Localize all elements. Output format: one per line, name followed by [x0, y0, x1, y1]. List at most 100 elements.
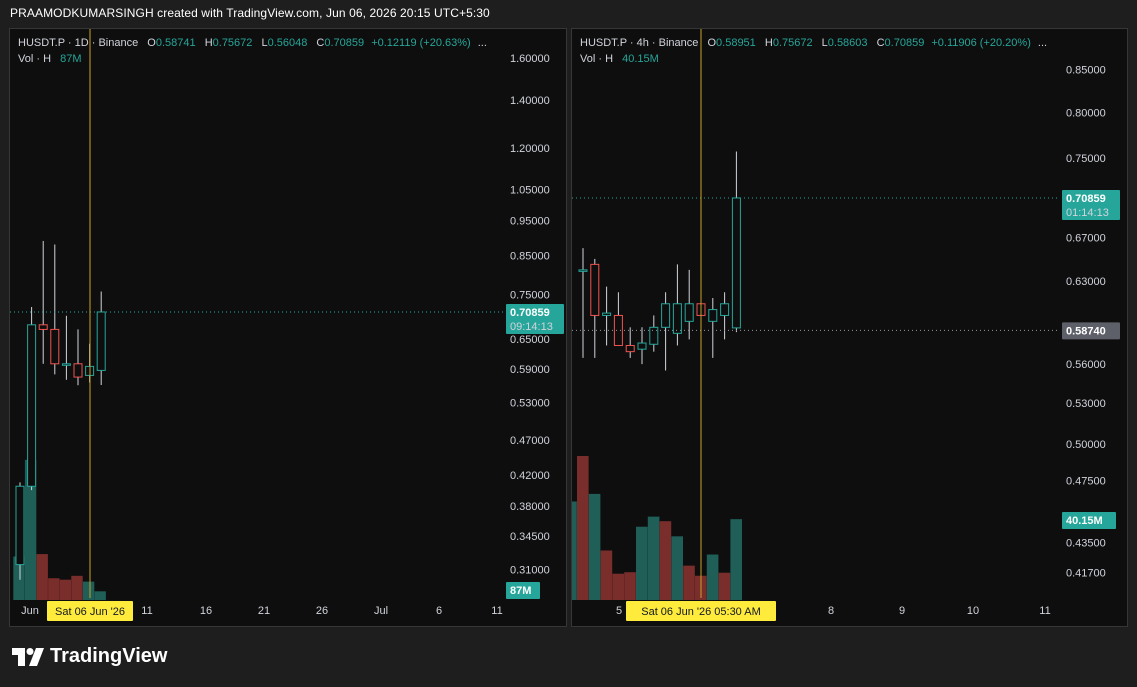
4h-chart-canvas[interactable]: 0.85000 0.80000 0.75000 0.67000 0.63000 0.560…	[572, 29, 1128, 627]
volume-bar	[730, 519, 742, 600]
daily-volume-legend: Vol · H 87M	[18, 51, 487, 67]
crosshair-time-tag-text: Sat 06 Jun '26 05:30 AM	[641, 606, 761, 618]
candle-body	[637, 342, 647, 350]
candle-body	[672, 303, 682, 334]
open-key: O	[147, 37, 156, 49]
daily-chart-canvas[interactable]: 1.60000 1.40000 1.20000 1.05000 0.95000 0.850…	[10, 29, 567, 627]
open-key: O	[707, 37, 717, 49]
daily-symbol[interactable]: HUSDT.P · 1D · Binance	[18, 37, 138, 49]
more-options-icon[interactable]: ...	[1038, 37, 1047, 49]
volume-bar	[683, 565, 695, 600]
x-axis-tick-label: 8	[828, 605, 834, 617]
y-axis-tick-label: 0.56000	[1066, 359, 1106, 371]
y-axis-tick-label: 1.60000	[510, 53, 550, 65]
volume-label[interactable]: Vol · H	[18, 53, 51, 65]
open-value: 0.58951	[716, 37, 756, 49]
y-axis-tick-label: 0.95000	[510, 216, 550, 228]
low-value: 0.56048	[267, 37, 308, 49]
tradingview-logo-text: TradingView	[50, 645, 168, 667]
x-axis-tick-label: Jul	[374, 605, 388, 617]
4h-symbol[interactable]: HUSDT.P · 4h · Binance	[580, 37, 698, 49]
y-axis-tick-label: 0.50000	[1066, 439, 1106, 451]
x-axis-tick-label: 11	[491, 605, 502, 617]
volume-bar	[94, 591, 106, 600]
volume-bar	[572, 501, 577, 600]
x-axis-tick-label: 9	[899, 605, 905, 617]
y-axis-tick-label: 0.43500	[1066, 538, 1106, 550]
candle-body	[720, 303, 730, 316]
volume-bar	[577, 456, 589, 600]
chart-panel-4h[interactable]: 0.85000 0.80000 0.75000 0.67000 0.63000 0.560…	[571, 28, 1128, 627]
y-axis-tick-label: 0.80000	[1066, 107, 1106, 119]
volume-value: 40.15M	[622, 53, 659, 65]
close-value: 0.70859	[884, 37, 925, 49]
y-axis-tick-label: 0.75000	[1066, 153, 1106, 165]
y-axis-tick-label: 0.63000	[1066, 276, 1106, 288]
candle-body	[27, 324, 37, 487]
volume-tag-text: 87M	[510, 585, 531, 597]
y-axis-tick-label: 1.05000	[510, 184, 550, 196]
high-key: H	[764, 37, 773, 49]
current-price-tag-countdown: 01:14:13	[1066, 207, 1109, 219]
x-axis-tick-label: 5	[616, 605, 622, 617]
volume-bar	[71, 575, 83, 600]
x-axis-tick-label: 11	[1039, 605, 1050, 617]
volume-bar	[59, 579, 72, 600]
y-axis-tick-label: 1.40000	[510, 95, 550, 107]
volume-label[interactable]: Vol · H	[580, 53, 613, 65]
y-axis-tick-label: 0.53000	[510, 397, 550, 409]
volume-value: 87M	[60, 53, 82, 65]
high-value: 0.75672	[212, 37, 253, 49]
crosshair-time-tag-text: Sat 06 Jun '26	[55, 606, 125, 618]
candle-body	[649, 326, 659, 345]
close-key: C	[876, 37, 885, 49]
open-price-tag-text: 0.58740	[1066, 325, 1106, 337]
candle-body	[38, 324, 48, 330]
y-axis-tick-label: 1.20000	[510, 143, 550, 155]
volume-bar	[647, 516, 660, 600]
change-value: +0.11906 (+20.20%)	[931, 37, 1031, 49]
volume-bar	[671, 536, 683, 600]
candle-body	[684, 303, 694, 322]
candle-body	[96, 311, 106, 371]
change-value: +0.12119 (+20.63%)	[371, 37, 471, 49]
volume-bar	[48, 578, 60, 600]
y-axis-tick-label: 0.38000	[510, 501, 550, 513]
y-axis-tick-label: 0.31000	[510, 565, 550, 577]
open-value: 0.58741	[155, 37, 196, 49]
volume-bar	[636, 526, 648, 600]
current-price-tag-countdown: 09:14:13	[510, 321, 553, 333]
candle-body	[61, 363, 71, 366]
volume-tag-text: 40.15M	[1066, 515, 1103, 527]
candle-body	[578, 269, 588, 272]
4h-legend-ohlc: HUSDT.P · 4h · Binance O0.58951 H0.75672…	[580, 35, 1047, 51]
candle-body	[708, 309, 718, 322]
volume-bar	[706, 554, 719, 600]
4h-legend: HUSDT.P · 4h · Binance O0.58951 H0.75672…	[580, 35, 1047, 67]
y-axis-tick-label: 0.53000	[1066, 398, 1106, 410]
y-axis-tick-label: 0.41700	[1066, 567, 1106, 579]
y-axis-tick-label: 0.47000	[510, 435, 550, 447]
tradingview-logo[interactable]: TradingView	[12, 645, 167, 668]
candle-body	[731, 197, 741, 329]
chart-panel-daily[interactable]: 1.60000 1.40000 1.20000 1.05000 0.95000 0.850…	[9, 28, 567, 627]
candle-body	[15, 485, 25, 566]
x-axis-tick-label: 16	[200, 605, 212, 617]
current-price-tag-price: 0.70859	[1066, 193, 1106, 205]
volume-bar	[588, 493, 601, 600]
tradingview-logo-icon	[12, 647, 44, 666]
x-axis-tick-label: 21	[258, 605, 270, 617]
x-axis-tick-label: 6	[436, 605, 442, 617]
volume-bar	[624, 572, 636, 600]
more-options-icon[interactable]: ...	[478, 37, 487, 49]
volume-bar	[718, 572, 731, 600]
y-axis-tick-label: 0.75000	[510, 289, 550, 301]
y-axis-tick-label: 0.65000	[510, 334, 550, 346]
high-key: H	[204, 37, 213, 49]
candle-body	[613, 314, 623, 346]
x-axis-tick-label: Jun	[21, 605, 39, 617]
y-axis-tick-label: 0.85000	[510, 250, 550, 262]
daily-legend: HUSDT.P · 1D · Binance O0.58741 H0.75672…	[18, 35, 487, 67]
low-value: 0.58603	[827, 37, 868, 49]
candle-body	[625, 344, 635, 353]
